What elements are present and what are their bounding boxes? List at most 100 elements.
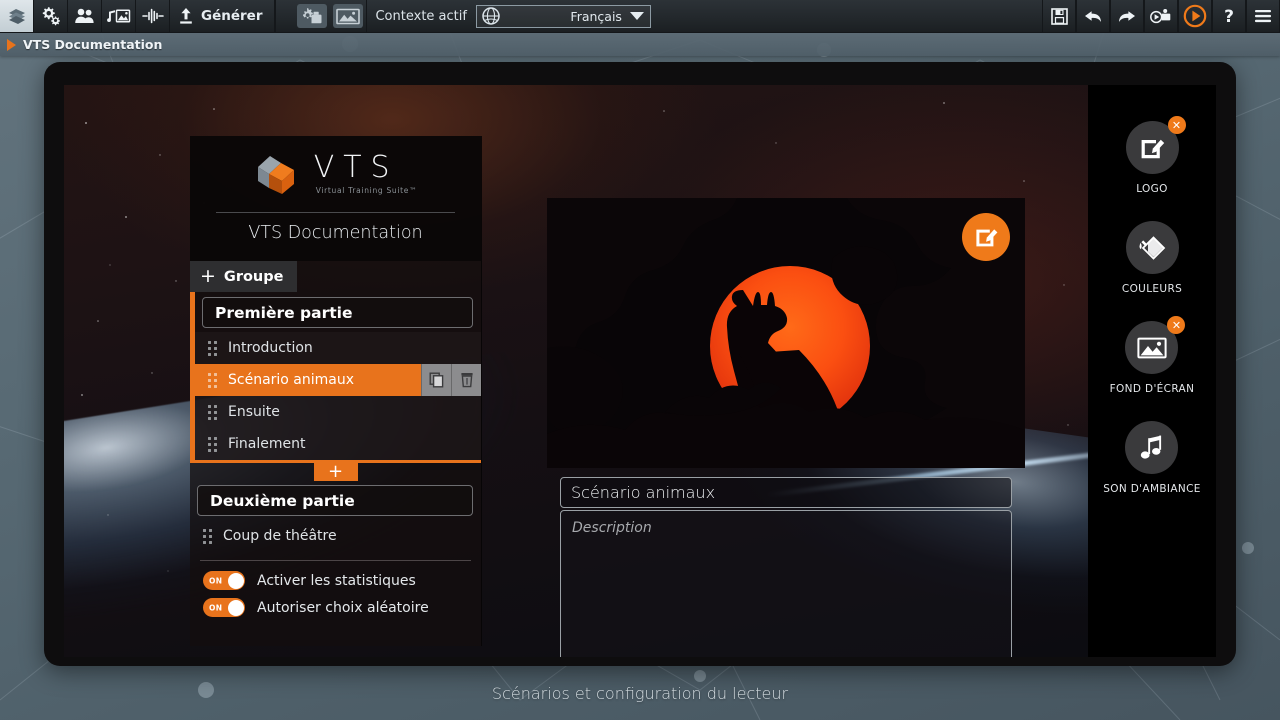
list-item-label: Scénario animaux <box>228 372 355 388</box>
asset-panel: ✕ LOGO COULEURS ✕ FOND D'ÉCRAN SON D'AMB… <box>1088 85 1216 657</box>
record-button[interactable] <box>1144 0 1178 32</box>
asset-item-couleurs[interactable]: COULEURS <box>1122 221 1182 295</box>
vts-logo-icon <box>257 156 294 194</box>
brand-logo-row: VTS Virtual Training Suite™ <box>212 152 459 196</box>
add-item-button[interactable]: + <box>313 462 358 481</box>
group-block: Deuxième partie Coup de théâtre <box>190 480 481 552</box>
asset-label: FOND D'ÉCRAN <box>1109 383 1195 395</box>
toolbar-button-users[interactable] <box>68 0 102 32</box>
redo-button[interactable] <box>1110 0 1144 32</box>
brand-block: VTS Virtual Training Suite™ VTS Document… <box>190 136 481 261</box>
asset-item-son-ambiance[interactable]: SON D'AMBIANCE <box>1103 421 1201 495</box>
brand-wordmark: VTS Virtual Training Suite™ <box>314 153 418 196</box>
toggle-row-statistics[interactable]: ON Activer les statistiques <box>190 567 481 594</box>
toolbar-right-group: ? <box>1042 0 1280 32</box>
context-value: Français <box>570 8 622 24</box>
generate-label: Générer <box>201 8 263 24</box>
project-gear-icon <box>303 8 322 24</box>
toggle-knob <box>227 572 244 589</box>
asset-item-logo[interactable]: ✕ LOGO <box>1125 116 1186 195</box>
group-name-input[interactable]: Deuxième partie <box>197 485 473 516</box>
save-button[interactable] <box>1042 0 1076 32</box>
duplicate-button[interactable] <box>421 364 451 396</box>
edit-media-button[interactable] <box>962 213 1010 261</box>
group-items: Introduction Scénario animaux Ensuite Fi… <box>195 332 481 460</box>
music-note-icon <box>1140 435 1162 459</box>
app-canvas: VTS Virtual Training Suite™ VTS Document… <box>64 85 1216 657</box>
asset-circle[interactable]: ✕ <box>1125 316 1186 374</box>
brand-tagline: Virtual Training Suite™ <box>315 186 418 195</box>
list-item[interactable]: Scénario animaux <box>195 364 481 396</box>
drag-handle-icon[interactable] <box>208 372 217 388</box>
scenario-panel: VTS Virtual Training Suite™ VTS Document… <box>190 136 482 646</box>
wallpaper-icon <box>1137 337 1167 358</box>
toolbar-button-settings[interactable] <box>34 0 68 32</box>
toggle-knob <box>227 599 244 616</box>
row-actions <box>421 364 481 396</box>
drag-handle-icon[interactable] <box>208 340 217 356</box>
drag-handle-icon[interactable] <box>203 528 212 544</box>
add-group-button[interactable]: + Groupe <box>190 261 298 292</box>
asset-circle[interactable] <box>1125 221 1179 274</box>
list-item-label: Coup de théâtre <box>223 528 337 544</box>
gears-icon <box>42 7 60 26</box>
breadcrumb[interactable]: VTS Documentation <box>0 33 1280 56</box>
edit-pencil-icon <box>976 229 998 247</box>
panel-divider <box>200 560 471 561</box>
list-item-label: Ensuite <box>228 404 280 420</box>
group-block: Première partie Introduction Scénario an… <box>190 292 481 460</box>
list-item[interactable]: Introduction <box>195 332 481 364</box>
waveform-icon <box>141 8 164 24</box>
list-item[interactable]: Finalement <box>195 428 481 460</box>
help-button[interactable]: ? <box>1212 0 1246 32</box>
menu-button[interactable] <box>1246 0 1280 32</box>
toolbar-button-preview-image[interactable] <box>333 4 364 28</box>
scenario-description-input[interactable]: Description <box>560 510 1012 657</box>
group-name-input[interactable]: Première partie <box>202 297 473 328</box>
play-button[interactable] <box>1178 0 1212 32</box>
list-item[interactable]: Ensuite <box>195 396 481 428</box>
toolbar-button-project-settings[interactable] <box>297 4 328 28</box>
save-icon <box>1050 7 1068 25</box>
media-preview[interactable] <box>547 198 1025 468</box>
status-bar: Scénarios et configuration du lecteur <box>0 666 1280 720</box>
group-items: Coup de théâtre <box>190 520 481 552</box>
brand-divider <box>216 212 455 213</box>
app-window: VTS Virtual Training Suite™ VTS Document… <box>44 62 1236 666</box>
remove-wallpaper-badge[interactable]: ✕ <box>1167 316 1186 334</box>
remove-logo-badge[interactable]: ✕ <box>1167 116 1186 134</box>
toolbar-button-audio[interactable] <box>136 0 170 32</box>
delete-button[interactable] <box>451 364 481 396</box>
redo-icon <box>1119 10 1135 22</box>
toolbar-button-media[interactable] <box>102 0 136 32</box>
add-group-label: Groupe <box>223 268 284 285</box>
play-icon <box>1183 4 1207 28</box>
statistics-toggle-label: Activer les statistiques <box>257 572 416 589</box>
drag-handle-icon[interactable] <box>208 404 217 420</box>
asset-circle[interactable]: ✕ <box>1125 116 1186 174</box>
random-choice-toggle-state: ON <box>209 603 223 612</box>
help-icon: ? <box>1224 7 1234 25</box>
giraffe-silhouette-image <box>547 198 1025 468</box>
edit-image-icon <box>1141 139 1165 158</box>
asset-item-fond-decran[interactable]: ✕ FOND D'ÉCRAN <box>1109 316 1195 395</box>
statistics-toggle[interactable]: ON <box>203 571 245 590</box>
context-select[interactable]: Français <box>475 4 651 28</box>
random-choice-toggle[interactable]: ON <box>203 598 245 617</box>
scenario-title-input[interactable]: Scénario animaux <box>560 477 1012 508</box>
globe-icon <box>482 7 500 25</box>
toggle-row-random-choice[interactable]: ON Autoriser choix aléatoire <box>190 594 481 621</box>
status-text: Scénarios et configuration du lecteur <box>491 683 789 703</box>
add-group-strip: + <box>190 460 481 481</box>
menu-icon <box>1255 10 1271 23</box>
toolbar-button-books[interactable] <box>0 0 34 32</box>
asset-circle[interactable] <box>1125 421 1179 474</box>
list-item[interactable]: Coup de théâtre <box>190 520 481 552</box>
undo-icon <box>1085 10 1101 22</box>
generate-button[interactable]: Générer <box>170 0 276 32</box>
drag-handle-icon[interactable] <box>208 436 217 452</box>
add-group-plus-icon: + <box>200 265 216 287</box>
trash-icon <box>460 373 473 388</box>
undo-button[interactable] <box>1076 0 1110 32</box>
